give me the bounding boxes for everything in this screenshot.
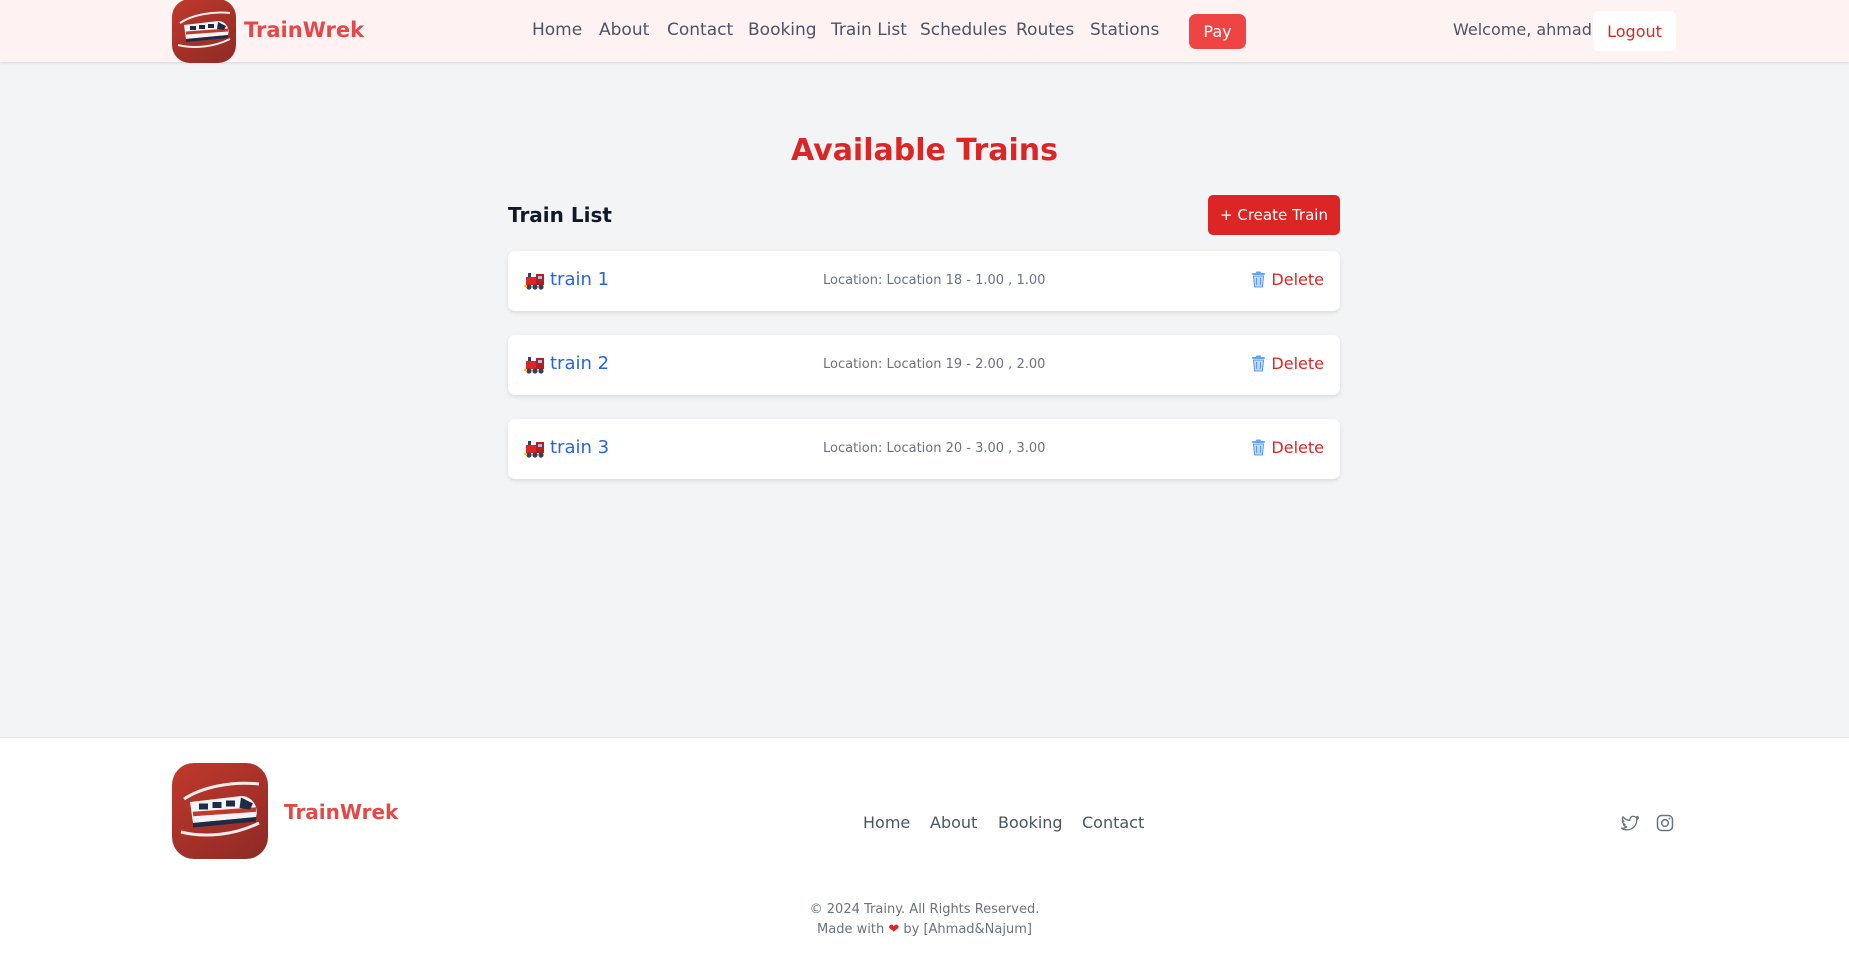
nav-booking[interactable]: Booking [748, 20, 817, 40]
page-title: Available Trains [790, 133, 1058, 168]
delete-button[interactable]: Delete [1250, 270, 1324, 289]
train-location: Location: Location 18 - 1.00 , 1.00 [823, 273, 1046, 288]
trash-icon [1252, 355, 1266, 372]
footer: TrainWrek Home About Booking Contact © 2… [0, 737, 1849, 956]
nav-routes[interactable]: Routes [1016, 20, 1074, 40]
copyright-text: © 2024 Trainy. All Rights Reserved. [809, 902, 1040, 917]
made-with-suffix: by [Ahmad&Najum] [903, 922, 1032, 937]
made-with-prefix: Made with [817, 922, 885, 937]
train-name-link[interactable]: train 3 [550, 437, 609, 458]
nav-home[interactable]: Home [532, 20, 582, 40]
locomotive-icon [524, 441, 544, 458]
pay-button[interactable]: Pay [1189, 14, 1246, 49]
heart-icon: ❤ [888, 922, 900, 937]
nav-contact[interactable]: Contact [667, 20, 733, 40]
train-logo-icon[interactable] [172, 0, 236, 63]
delete-label: Delete [1271, 438, 1324, 457]
footer-nav-home[interactable]: Home [863, 813, 910, 832]
train-logo-icon [172, 763, 268, 859]
twitter-icon[interactable] [1620, 813, 1640, 833]
nav-train-list[interactable]: Train List [831, 20, 907, 40]
footer-brand-name: TrainWrek [284, 800, 399, 824]
delete-label: Delete [1271, 354, 1324, 373]
train-location: Location: Location 19 - 2.00 , 2.00 [823, 357, 1046, 372]
nav-schedules[interactable]: Schedules [920, 20, 1007, 40]
trash-icon [1252, 439, 1266, 456]
footer-nav-contact[interactable]: Contact [1082, 813, 1144, 832]
train-name-link[interactable]: train 2 [550, 353, 609, 374]
instagram-icon[interactable] [1655, 813, 1675, 833]
train-name-link[interactable]: train 1 [550, 269, 609, 290]
train-list-heading: Train List [508, 203, 612, 227]
delete-button[interactable]: Delete [1250, 354, 1324, 373]
train-location: Location: Location 20 - 3.00 , 3.00 [823, 441, 1046, 456]
made-with-line: Made with ❤ by [Ahmad&Najum] [0, 920, 1849, 940]
trash-icon [1252, 271, 1266, 288]
logout-button[interactable]: Logout [1593, 11, 1676, 51]
train-card: train 1 Location: Location 18 - 1.00 , 1… [508, 251, 1340, 311]
top-navbar: TrainWrek Home About Contact Booking Tra… [0, 0, 1849, 63]
copyright-block: © 2024 Trainy. All Rights Reserved. Made… [0, 900, 1849, 940]
footer-nav-booking[interactable]: Booking [998, 813, 1063, 832]
create-train-button[interactable]: + Create Train [1208, 195, 1340, 235]
welcome-text: Welcome, ahmad [1453, 20, 1592, 39]
delete-label: Delete [1271, 270, 1324, 289]
footer-nav-about[interactable]: About [930, 813, 977, 832]
nav-about[interactable]: About [599, 20, 649, 40]
delete-button[interactable]: Delete [1250, 438, 1324, 457]
brand-name[interactable]: TrainWrek [244, 18, 364, 42]
nav-stations[interactable]: Stations [1090, 20, 1159, 40]
train-card: train 3 Location: Location 20 - 3.00 , 3… [508, 419, 1340, 479]
locomotive-icon [524, 273, 544, 290]
locomotive-icon [524, 357, 544, 374]
train-card: train 2 Location: Location 19 - 2.00 , 2… [508, 335, 1340, 395]
